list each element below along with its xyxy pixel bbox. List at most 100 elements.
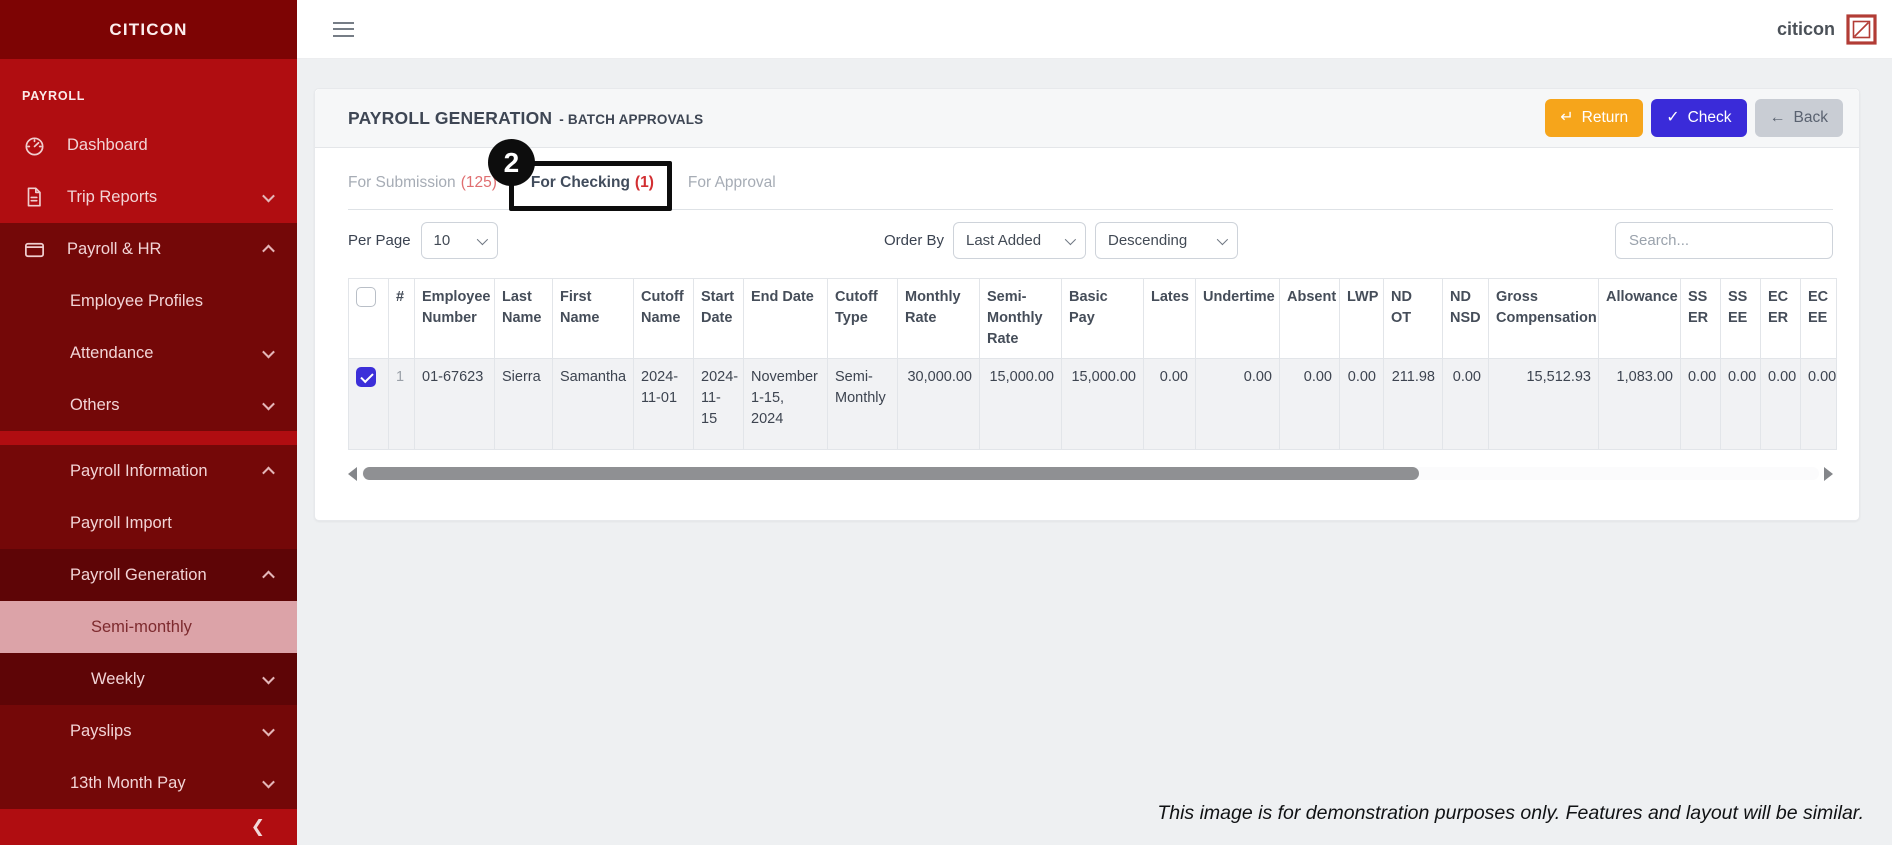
sidebar-item-label: Payroll Import [70,513,172,532]
main-area: citicon PAYROLL GENERATION - BATCH APPRO… [297,0,1892,845]
per-page-label: Per Page [348,232,411,249]
sidebar-item-label: Weekly [91,669,145,688]
scroll-right-arrow-icon[interactable] [1824,466,1833,481]
cell-undertime: 0.00 [1195,358,1280,451]
sidebar-item-label: 13th Month Pay [70,773,186,792]
sidebar-item-semi-monthly[interactable]: Semi-monthly [0,601,297,653]
order-by-value: Last Added [966,232,1042,249]
sidebar-item-label: Payroll Generation [70,565,207,584]
collapse-sidebar-icon[interactable] [251,817,265,837]
return-button[interactable]: ↵ Return [1545,99,1644,137]
col-header-last-name: Last Name [494,277,553,360]
sidebar-item-trip-reports[interactable]: Trip Reports [0,171,297,223]
sidebar-nav: Dashboard Trip Reports Payroll & HR Employe… [0,119,297,809]
cell-nd-ot: 211.98 [1383,358,1443,451]
check-button[interactable]: ✓ Check [1651,99,1747,137]
horizontal-scrollbar [348,465,1833,482]
chevron-down-icon [262,723,275,736]
sidebar-logo: CITICON [0,0,297,59]
col-header-lwp: LWP [1339,277,1384,360]
chevron-down-icon [1064,233,1077,245]
header-buttons: ↵ Return ✓ Check ← Back [1545,99,1843,137]
col-header-employee-number: Employee Number [414,277,495,360]
tab-for-checking[interactable]: For Checking (1) 2 [487,139,672,211]
citicon-logo-icon[interactable] [1846,13,1877,45]
brand-name: citicon [1776,18,1835,39]
sidebar-item-payroll-import[interactable]: Payroll Import [0,497,297,549]
dashboard-icon [22,133,46,157]
cell-last-name: Sierra [494,358,553,451]
select-all-checkbox[interactable] [356,287,376,307]
sidebar-item-payslips[interactable]: Payslips [0,705,297,757]
tab-bar: For Submission (125) For Checking (1) 2 For A… [348,139,1833,211]
scrollbar-track[interactable] [362,467,1819,481]
order-by-select[interactable]: Last Added [953,222,1086,259]
col-header-first-name: First Name [552,277,634,360]
chevron-up-icon [262,466,275,479]
sidebar-item-payroll-hr[interactable]: Payroll & HR [0,223,297,275]
sidebar-item-label: Trip Reports [67,187,158,206]
return-arrow-icon: ↵ [1560,109,1574,126]
cell-allowance: 1,083.00 [1598,358,1681,451]
row-checkbox[interactable] [356,367,376,388]
sort-direction-value: Descending [1108,232,1188,249]
payroll-table: # Employee Number Last Name First Name Cutof… [348,277,1837,451]
topbar: citicon [297,0,1892,59]
scrollbar-thumb[interactable] [363,467,1420,481]
cell-lwp: 0.00 [1339,358,1384,451]
sidebar-item-dashboard[interactable]: Dashboard [0,119,297,171]
sidebar-item-label: Others [70,395,120,414]
per-page-select[interactable]: 10 [420,222,498,259]
col-header-basic-pay: Basic Pay [1061,277,1144,360]
search-input[interactable] [1615,222,1833,259]
cell-basic-pay: 15,000.00 [1061,358,1144,451]
content: PAYROLL GENERATION - BATCH APPROVALS ↵ Re… [297,59,1892,845]
tab-for-approval[interactable]: For Approval [688,174,776,209]
row-select-cell [348,358,389,451]
table-body: 1 01-67623 Sierra Samantha 2024-11-01 2024-11… [348,358,1837,451]
sidebar-item-attendance[interactable]: Attendance [0,327,297,379]
tab-label: For Checking [530,174,630,191]
tab-count: (125) [460,174,497,191]
sort-direction-select[interactable]: Descending [1095,222,1238,259]
order-by-label: Order By [883,232,944,249]
col-header-monthly-rate: Monthly Rate [897,277,980,360]
cell-nd-nsd: 0.00 [1442,358,1489,451]
sidebar-item-label: Semi-monthly [91,617,192,636]
hamburger-menu-icon[interactable] [333,21,354,37]
sidebar-footer [0,809,297,845]
cell-employee-number: 01-67623 [414,358,495,451]
col-header-start-date: Start Date [693,277,744,360]
scroll-left-arrow-icon[interactable] [348,466,357,481]
sidebar-item-employee-profiles[interactable]: Employee Profiles [0,275,297,327]
col-header-cutoff-type: Cutoff Type [827,277,898,360]
sidebar-item-payroll-information[interactable]: Payroll Information [0,445,297,497]
chevron-down-icon [262,189,275,202]
cell-row-number: 1 [388,358,415,451]
sidebar-item-label: Payslips [70,721,132,740]
payroll-generation-card: PAYROLL GENERATION - BATCH APPROVALS ↵ Re… [314,88,1860,522]
cell-cutoff-name: 2024-11-01 [633,358,694,451]
table-row: 1 01-67623 Sierra Samantha 2024-11-01 2024-11… [348,358,1837,451]
sidebar: CITICON PAYROLL Dashboard Trip Reports Pay… [0,0,297,845]
col-header-end-date: End Date [743,277,828,360]
col-header-ec-ee: EC EE [1800,277,1837,360]
per-page-value: 10 [433,232,451,249]
tab-for-submission[interactable]: For Submission (125) [348,174,497,209]
sidebar-item-13th-month-pay[interactable]: 13th Month Pay [0,757,297,809]
back-button[interactable]: ← Back [1754,99,1843,137]
sidebar-item-payroll-generation[interactable]: Payroll Generation [0,549,297,601]
cell-ss-ee: 0.00 [1720,358,1761,451]
chevron-up-icon [262,244,275,257]
sidebar-item-label: Employee Profiles [70,291,203,310]
sidebar-item-weekly[interactable]: Weekly [0,653,297,705]
button-label: Check [1687,109,1732,126]
col-header-gross-compensation: Gross Compensation [1488,277,1599,360]
col-header-absent: Absent [1279,277,1340,360]
cell-ec-er: 0.00 [1760,358,1801,451]
page-title: PAYROLL GENERATION [348,107,553,128]
chevron-down-icon [262,345,275,358]
card-body: For Submission (125) For Checking (1) 2 For A… [315,139,1859,520]
card-header: PAYROLL GENERATION - BATCH APPROVALS ↵ Re… [315,89,1859,148]
sidebar-item-others[interactable]: Others [0,379,297,431]
